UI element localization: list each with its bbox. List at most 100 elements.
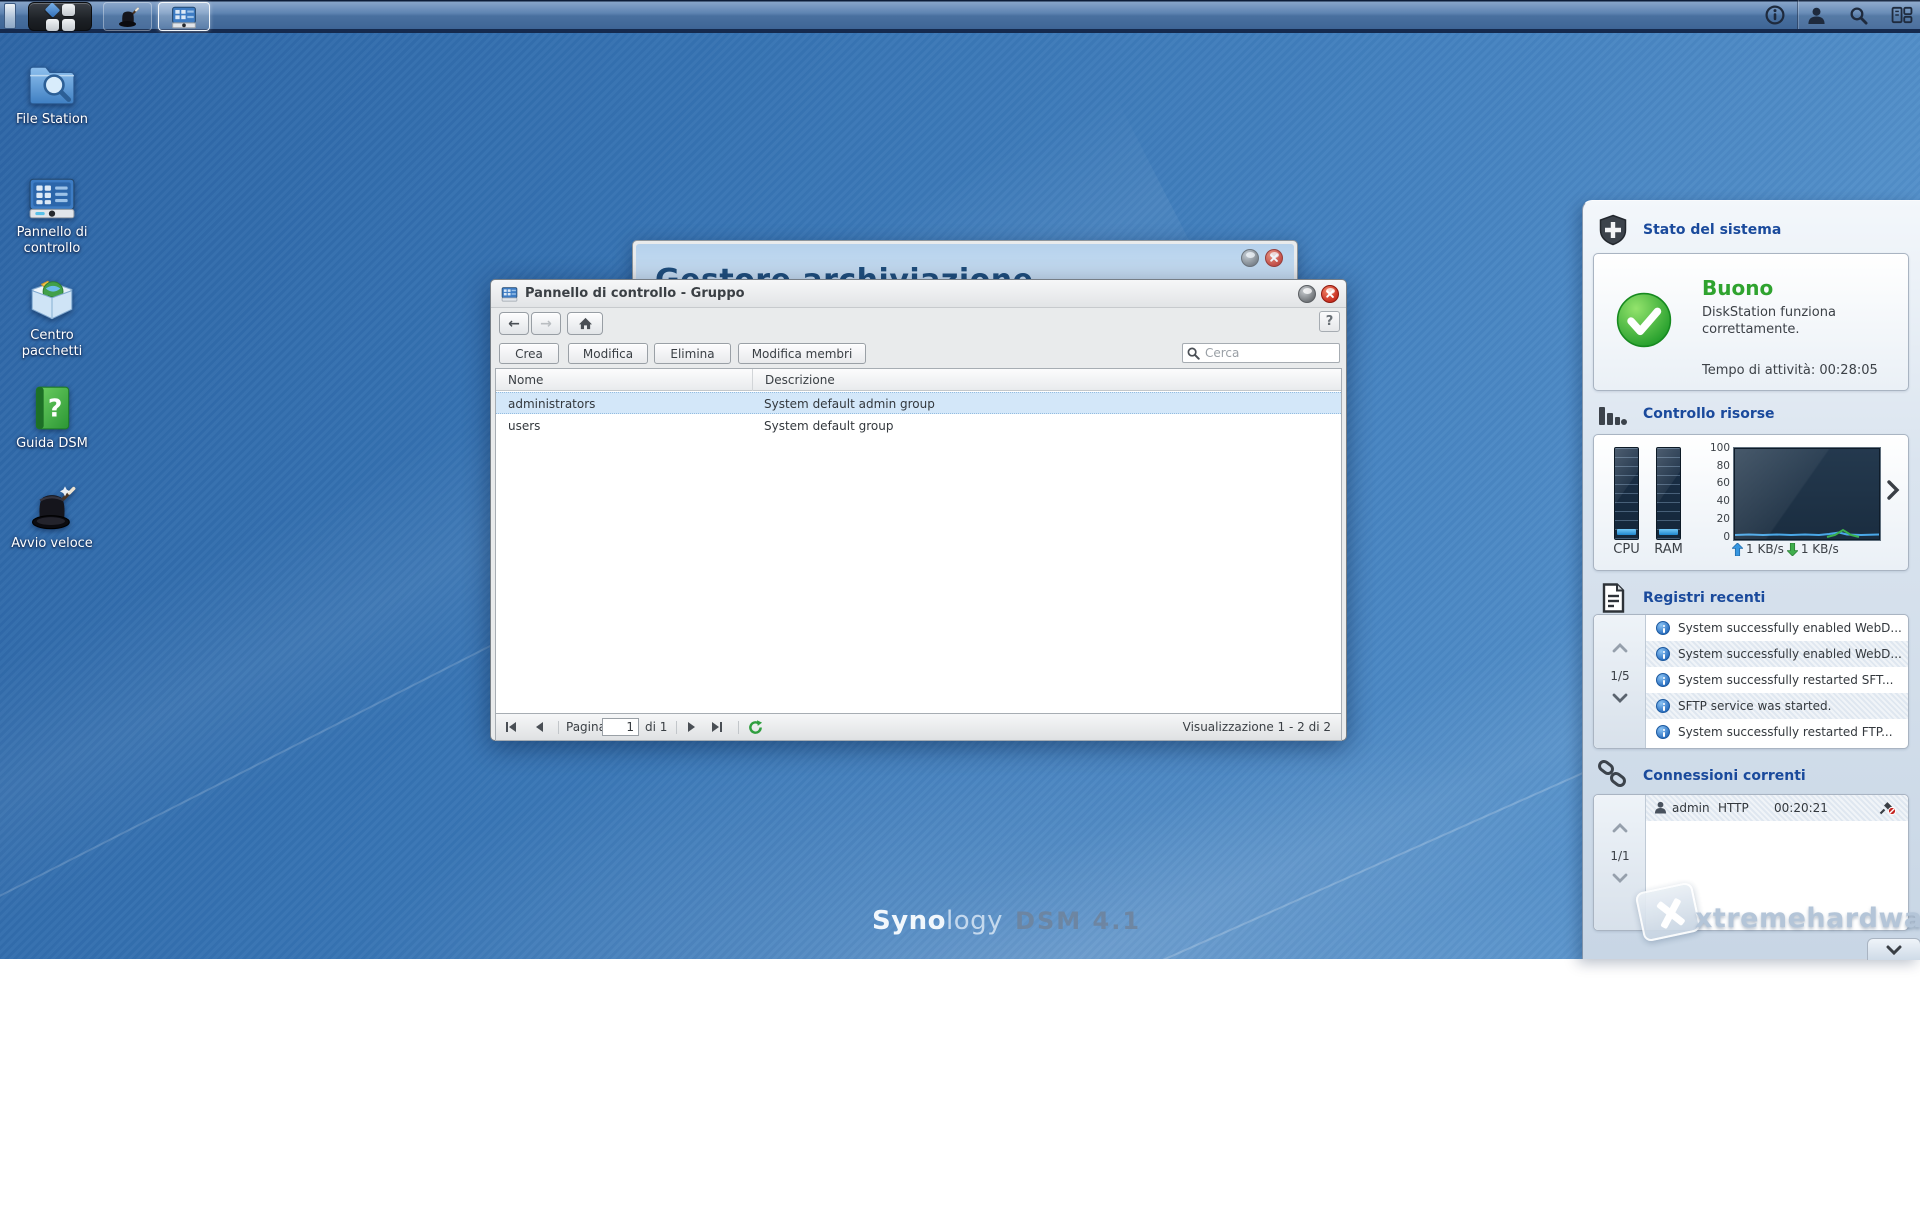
minimize-button[interactable] [1298, 285, 1316, 303]
last-page-icon [720, 722, 722, 732]
table-header[interactable]: Nome Descrizione [496, 369, 1341, 391]
log-rows: System successfully enabled WebD... Syst… [1646, 615, 1908, 748]
page-up-button[interactable] [1612, 643, 1628, 653]
separator [676, 721, 677, 734]
cell-name: users [496, 415, 752, 437]
show-desktop-button[interactable] [4, 3, 16, 29]
user-menu-button[interactable] [1804, 4, 1828, 26]
search-button[interactable] [1846, 4, 1870, 26]
back-button[interactable]: ← [499, 312, 529, 335]
table-row[interactable]: administrators System default admin grou… [496, 392, 1341, 414]
chevron-down-icon [1886, 945, 1902, 955]
resource-monitor-card: CPU RAM 100806040200 1 KB/s 1 KB/s [1593, 434, 1909, 571]
info-button[interactable] [1763, 4, 1787, 26]
control-panel-group-window: Pannello di controllo - Gruppo ← → ? Cre… [490, 279, 1347, 741]
desktop-icon-label: Guida DSM [0, 436, 104, 452]
search-input[interactable] [1203, 345, 1335, 361]
home-button[interactable] [567, 312, 603, 335]
document-icon [1597, 582, 1629, 614]
last-page-button[interactable] [712, 722, 722, 732]
table-row[interactable]: users System default group [496, 415, 1341, 437]
control-panel-icon [501, 286, 518, 302]
dsm-help-icon: ? [27, 384, 77, 432]
info-icon [1656, 647, 1670, 661]
window-toolbar: Crea Modifica Elimina Modifica membri [491, 339, 1346, 368]
first-page-button[interactable] [506, 722, 516, 732]
ram-label: RAM [1650, 542, 1687, 557]
system-status-title: Stato del sistema [1643, 222, 1781, 238]
desktop-icon-dsm-help[interactable]: ? Guida DSM [0, 384, 104, 452]
taskbar-app-control-panel[interactable] [158, 2, 210, 31]
user-icon [1807, 6, 1826, 25]
dsm-watermark: SynologyDSM 4.1 [872, 906, 1141, 936]
taskbar-app-quick-start[interactable] [103, 2, 152, 31]
close-icon [1325, 289, 1335, 299]
create-button[interactable]: Crea [499, 343, 559, 364]
disconnect-icon[interactable] [1879, 801, 1896, 815]
desktop-icon-quick-start[interactable]: Avvio veloce [0, 482, 104, 552]
log-entry[interactable]: System successfully enabled WebD... [1646, 615, 1908, 641]
main-menu-button[interactable] [28, 2, 92, 31]
taskbar [0, 0, 1920, 33]
page-up-button[interactable] [1612, 823, 1628, 833]
window-titlebar[interactable]: Pannello di controllo - Gruppo [491, 280, 1346, 308]
cpu-label: CPU [1608, 542, 1645, 557]
log-entry[interactable]: System successfully restarted FTP... [1646, 719, 1908, 745]
cell-name: administrators [496, 393, 752, 415]
info-icon [1765, 5, 1785, 25]
previous-page-button[interactable] [536, 722, 543, 732]
cell-description: System default group [752, 415, 893, 437]
page-number-input[interactable] [602, 718, 639, 736]
forward-button[interactable]: → [531, 312, 561, 335]
desktop-icon-label: Centro pacchetti [0, 328, 104, 360]
separator [738, 721, 739, 734]
log-entry[interactable]: System successfully restarted SFT... [1646, 667, 1908, 693]
menu-diamond [45, 2, 61, 18]
search-icon [1849, 6, 1868, 25]
edit-button[interactable]: Modifica [568, 343, 648, 364]
close-button[interactable] [1265, 249, 1283, 267]
next-page-button[interactable] [688, 722, 695, 732]
pilot-view-button[interactable] [1890, 4, 1914, 26]
page-down-button[interactable] [1612, 873, 1628, 883]
minimize-button[interactable] [1241, 249, 1259, 267]
desktop-icon-control-panel[interactable]: Pannello di controllo [0, 175, 104, 257]
system-status-card: Buono DiskStation funziona correttamente… [1593, 253, 1909, 391]
network-throughput: 1 KB/s 1 KB/s [1732, 542, 1839, 556]
search-box [1182, 343, 1340, 363]
resource-monitor-title: Controllo risorse [1643, 406, 1775, 422]
edit-members-button[interactable]: Modifica membri [738, 343, 866, 364]
help-button[interactable]: ? [1319, 311, 1340, 332]
close-button[interactable] [1321, 285, 1339, 303]
close-icon [1269, 253, 1279, 263]
log-entry[interactable]: System successfully enabled WebD... [1646, 641, 1908, 667]
log-entry[interactable]: SFTP service was started. [1646, 693, 1908, 719]
info-icon [1656, 725, 1670, 739]
log-text: SFTP service was started. [1678, 699, 1832, 713]
delete-button[interactable]: Elimina [654, 343, 731, 364]
pilot-view-icon [1891, 6, 1913, 24]
recent-logs-card: System successfully enabled WebD... Syst… [1593, 614, 1909, 749]
open-resource-monitor-button[interactable] [1886, 479, 1900, 501]
status-uptime: Tempo di attività: 00:28:05 [1702, 363, 1878, 378]
next-page-icon [688, 722, 695, 732]
control-panel-icon [171, 5, 197, 29]
svg-text:?: ? [48, 393, 63, 422]
connection-row[interactable]: admin HTTP 00:20:21 [1646, 795, 1908, 821]
window-nav-row: ← → ? [491, 308, 1346, 339]
desktop-icon-package-center[interactable]: Centro pacchetti [0, 278, 104, 360]
menu-square [62, 4, 75, 16]
column-header-name[interactable]: Nome [496, 369, 752, 391]
main-menu-icon [46, 3, 76, 32]
panel-collapse-tab[interactable] [1867, 938, 1920, 960]
desktop-icon-label: Avvio veloce [0, 536, 104, 552]
dsm-version: DSM 4.1 [1015, 907, 1141, 935]
column-header-description[interactable]: Descrizione [752, 369, 1341, 391]
download-arrow-icon [1787, 543, 1798, 556]
desktop-icon-file-station[interactable]: File Station [0, 62, 104, 128]
recent-logs-title: Registri recenti [1643, 590, 1765, 606]
refresh-button[interactable] [748, 720, 763, 735]
page-down-button[interactable] [1612, 693, 1628, 703]
forward-arrow-icon: → [540, 316, 552, 332]
search-icon [1187, 347, 1200, 360]
